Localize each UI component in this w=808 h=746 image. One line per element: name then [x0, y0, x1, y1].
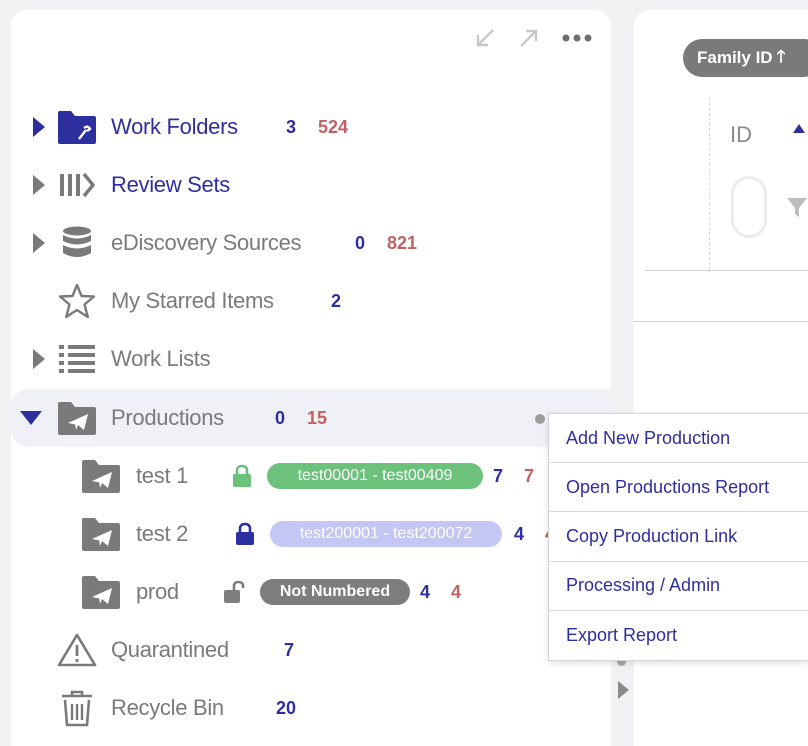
database-icon [57, 223, 97, 263]
header-divider [645, 270, 808, 271]
production-folder-icon [57, 398, 97, 438]
production-folder-icon [81, 456, 121, 496]
item-count: 7 [493, 465, 504, 486]
item-count: 2 [331, 290, 342, 311]
item-count-secondary: 821 [387, 232, 418, 253]
production-label: test 1 [136, 463, 189, 488]
tree-item-label: Quarantined [111, 637, 229, 662]
item-count-secondary: 15 [307, 407, 328, 428]
unlock-icon [223, 580, 245, 604]
column-filter-input[interactable] [731, 176, 767, 238]
tree-item-ediscovery-sources[interactable]: eDiscovery Sources 0 821 [11, 214, 611, 272]
warning-icon [57, 630, 97, 670]
expand-caret-icon[interactable] [31, 349, 47, 369]
lock-icon [232, 464, 252, 488]
list-icon [57, 339, 97, 379]
tree-item-work-folders[interactable]: Work Folders 3 524 [11, 98, 611, 156]
expand-caret-icon[interactable] [31, 117, 47, 137]
item-count: 4 [514, 523, 525, 544]
tree-item-starred[interactable]: My Starred Items 2 [11, 272, 611, 330]
menu-item-add-new-production[interactable]: Add New Production [549, 414, 808, 464]
production-label: test 2 [136, 521, 189, 546]
production-label: prod [136, 579, 179, 604]
item-count-secondary: 4 [451, 581, 462, 602]
more-options-icon[interactable] [561, 33, 593, 43]
bates-range-badge: Not Numbered [260, 579, 410, 605]
item-count-secondary: 524 [318, 116, 349, 137]
production-folder-icon [81, 572, 121, 612]
star-icon [57, 281, 97, 321]
menu-item-processing-admin[interactable]: Processing / Admin [549, 562, 808, 611]
tree-item-label: Work Folders [111, 114, 238, 139]
sort-ascending-icon[interactable] [793, 124, 805, 133]
sort-family-id-button[interactable]: Family ID 🡑 [683, 39, 808, 77]
expand-icon[interactable] [517, 26, 541, 50]
sort-button-label: Family ID [697, 48, 773, 67]
collapse-icon[interactable] [473, 26, 497, 50]
production-item-prod[interactable]: prod Not Numbered 4 4 [11, 563, 611, 621]
column-divider [709, 98, 710, 270]
column-header-id[interactable]: ID [730, 122, 752, 148]
productions-more-button[interactable] [535, 414, 545, 424]
production-item-test-1[interactable]: test 1 test00001 - test00409 7 7 [11, 447, 611, 505]
tree-item-productions[interactable]: Productions 0 15 [11, 389, 611, 447]
menu-item-copy-production-link[interactable]: Copy Production Link [549, 512, 808, 562]
sort-up-arrow-icon: 🡑 [776, 46, 786, 66]
tree-item-label: Productions [111, 405, 224, 430]
item-count-secondary: 7 [524, 465, 535, 486]
row-divider [634, 321, 808, 322]
production-item-test-2[interactable]: test 2 test200001 - test200072 4 4 [11, 505, 611, 563]
tree-item-work-lists[interactable]: Work Lists [11, 330, 611, 388]
folder-wrench-icon [57, 107, 97, 147]
bates-range-badge: test00001 - test00409 [267, 463, 483, 489]
review-sets-icon [57, 165, 97, 205]
tree-item-label: eDiscovery Sources [111, 230, 302, 255]
collapse-caret-icon[interactable] [19, 408, 43, 428]
expand-caret-icon[interactable] [31, 175, 47, 195]
tree-item-quarantined[interactable]: Quarantined 7 [11, 621, 611, 679]
menu-item-export-report[interactable]: Export Report [549, 611, 808, 660]
production-folder-icon [81, 514, 121, 554]
tree-item-recycle-bin[interactable]: Recycle Bin 20 [11, 679, 611, 737]
bates-range-badge: test200001 - test200072 [270, 521, 502, 547]
panel-toolbar [473, 26, 593, 50]
expand-panel-arrow-icon[interactable] [618, 681, 629, 699]
item-count: 20 [276, 697, 297, 718]
item-count: 0 [275, 407, 286, 428]
tree-item-label: Work Lists [111, 346, 211, 371]
productions-context-menu: Add New Production Open Productions Repo… [548, 413, 808, 661]
item-count: 0 [355, 232, 366, 253]
tree-item-label: My Starred Items [111, 288, 274, 313]
expand-caret-icon[interactable] [31, 233, 47, 253]
lock-icon [235, 522, 255, 546]
item-count: 4 [420, 581, 431, 602]
filter-icon[interactable] [786, 196, 808, 218]
tree-item-review-sets[interactable]: Review Sets [11, 156, 611, 214]
tree-item-label: Recycle Bin [111, 695, 224, 720]
tree-item-label: Review Sets [111, 172, 230, 197]
trash-icon [57, 688, 97, 728]
navigation-panel: Work Folders 3 524 Review Sets eDiscover… [11, 10, 611, 746]
menu-item-open-productions-report[interactable]: Open Productions Report [549, 463, 808, 513]
item-count: 7 [284, 639, 295, 660]
item-count: 3 [286, 116, 297, 137]
